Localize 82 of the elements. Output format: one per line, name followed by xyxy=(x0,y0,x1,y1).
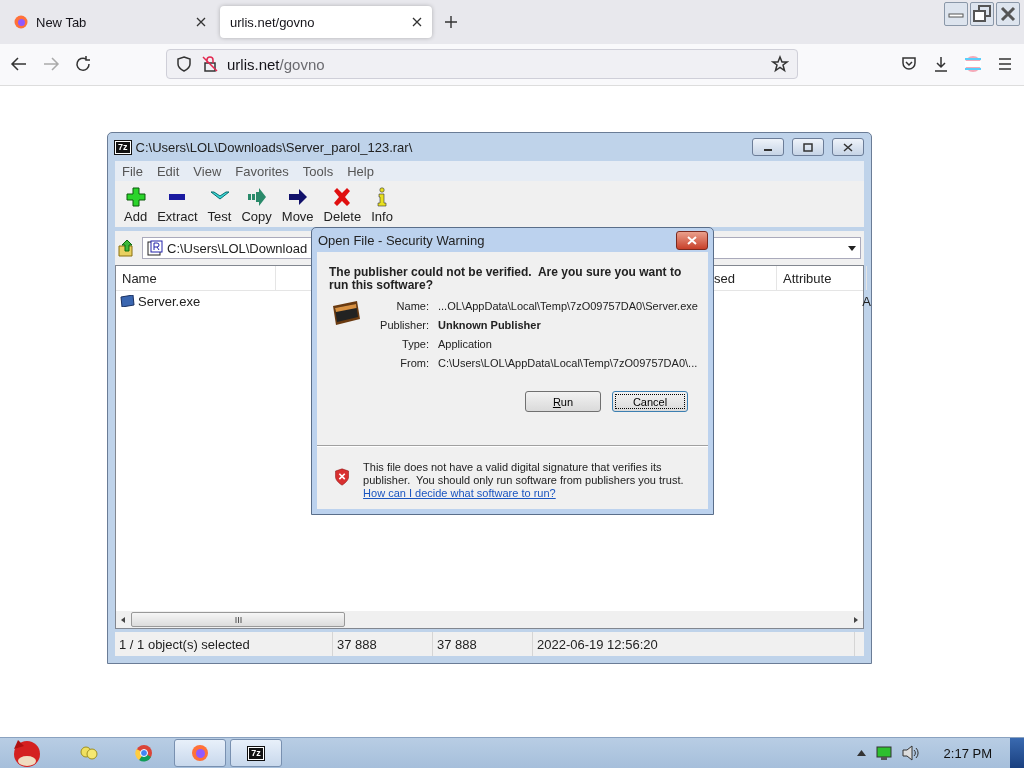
menu-item[interactable]: Edit xyxy=(149,163,187,179)
browser-icon xyxy=(134,743,154,763)
browser-tab[interactable]: urlis.net/govno xyxy=(220,6,432,38)
status-text: 37 888 xyxy=(433,632,533,656)
toolbar-button[interactable]: Move xyxy=(276,181,319,227)
new-tab-icon[interactable] xyxy=(444,15,458,29)
status-text: 2022-06-19 12:56:20 xyxy=(533,632,855,656)
copy-icon xyxy=(246,187,267,207)
dialog-button[interactable]: Cancel xyxy=(612,391,688,412)
column-header[interactable]: Name xyxy=(116,266,276,290)
menu-item[interactable]: Favorites xyxy=(228,163,296,179)
warning-text: This file does not have a valid digital signature that verifies its publisher. You should only run software from publishers you trust. xyxy=(363,461,685,487)
field-value: ...OL\AppData\Local\Temp\7zO09757DA0\Server.exe xyxy=(438,300,698,313)
close-button[interactable] xyxy=(676,230,708,250)
field-label: From: xyxy=(399,357,429,370)
field-value: Application xyxy=(438,338,493,351)
back-icon[interactable] xyxy=(10,55,28,73)
file-icon xyxy=(120,295,135,307)
address-field[interactable]: urlis.net/govno xyxy=(166,49,798,79)
toolbar-button[interactable]: Copy xyxy=(236,181,277,227)
lock-icon[interactable] xyxy=(201,55,219,73)
maximize-icon xyxy=(803,142,813,152)
toolbar-button[interactable]: Add xyxy=(119,181,153,227)
folder-up-icon[interactable] xyxy=(118,239,136,257)
menu-icon[interactable] xyxy=(996,55,1014,73)
close-icon[interactable] xyxy=(196,17,206,27)
tray-expand-icon[interactable] xyxy=(856,750,866,756)
reload-icon[interactable] xyxy=(74,55,92,73)
scroll-left-icon[interactable] xyxy=(119,615,127,624)
toolbar-button[interactable]: Info xyxy=(366,181,398,227)
add-icon xyxy=(125,187,146,207)
status-text: 37 888 xyxy=(333,632,433,656)
restore-icon[interactable] xyxy=(970,2,994,26)
menu-item[interactable]: File xyxy=(115,163,150,179)
toolbar-button[interactable]: Delete xyxy=(318,181,367,227)
menu-item[interactable]: View xyxy=(186,163,229,179)
speaker-icon[interactable] xyxy=(901,745,920,761)
dialog-title: Open File - Security Warning xyxy=(318,232,485,248)
menu-item[interactable]: Tools xyxy=(295,163,341,179)
table-cell: A xyxy=(862,293,871,309)
archive-icon xyxy=(147,240,163,256)
browser-tab[interactable]: New Tab xyxy=(4,6,216,38)
dialog-button[interactable]: Run xyxy=(525,391,601,412)
field-label: Name: xyxy=(395,300,429,313)
maximize-button[interactable] xyxy=(792,138,824,156)
close-icon[interactable] xyxy=(412,17,422,27)
menu-item[interactable]: Help xyxy=(340,163,381,179)
file-name[interactable]: Server.exe xyxy=(138,293,201,309)
bookmark-star-icon[interactable] xyxy=(771,55,789,73)
monitor-icon[interactable] xyxy=(875,746,892,760)
browser-icon xyxy=(190,743,210,763)
scrollbar-thumb[interactable] xyxy=(131,612,345,627)
taskbar-button[interactable] xyxy=(174,739,226,767)
status-text: 1 / 1 object(s) selected xyxy=(115,632,333,656)
minimize-icon xyxy=(764,148,772,151)
app-logo: 7z xyxy=(115,140,131,154)
column-header[interactable]: Attribute xyxy=(777,266,867,290)
clock[interactable]: 2:17 PM xyxy=(943,745,992,761)
help-link[interactable]: How can I decide what software to run? xyxy=(363,487,556,499)
minimize-button[interactable] xyxy=(752,138,784,156)
close-icon xyxy=(687,235,697,245)
dropdown-arrow-icon[interactable] xyxy=(848,245,856,251)
close-button[interactable] xyxy=(832,138,864,156)
toolbar-button[interactable]: Extract xyxy=(152,181,203,227)
application-icon xyxy=(331,300,361,326)
dialog-heading: The publisher could not be verified. Are you sure you want to run this software? xyxy=(329,266,683,292)
pocket-icon[interactable] xyxy=(900,55,918,73)
window-title: C:\Users\LOL\Downloads\Server_parol_123.rar\ xyxy=(135,139,414,155)
toolbar-button[interactable]: Test xyxy=(202,181,237,227)
move-icon xyxy=(287,187,308,207)
field-value: C:\Users\LOL\AppData\Local\Temp\7zO09757DA0\... xyxy=(438,357,698,370)
taskbar-button[interactable]: 7z xyxy=(230,739,282,767)
browser-logo-icon xyxy=(14,15,28,29)
close-icon[interactable] xyxy=(996,2,1020,26)
scroll-right-icon[interactable] xyxy=(852,615,860,624)
delete-icon xyxy=(332,187,353,207)
download-icon[interactable] xyxy=(932,55,950,73)
close-icon xyxy=(843,142,853,152)
shield-icon[interactable] xyxy=(175,55,193,73)
field-label: Type: xyxy=(401,338,429,351)
field-value: Unknown Publisher xyxy=(438,319,542,332)
field-label: Publisher: xyxy=(379,319,429,332)
